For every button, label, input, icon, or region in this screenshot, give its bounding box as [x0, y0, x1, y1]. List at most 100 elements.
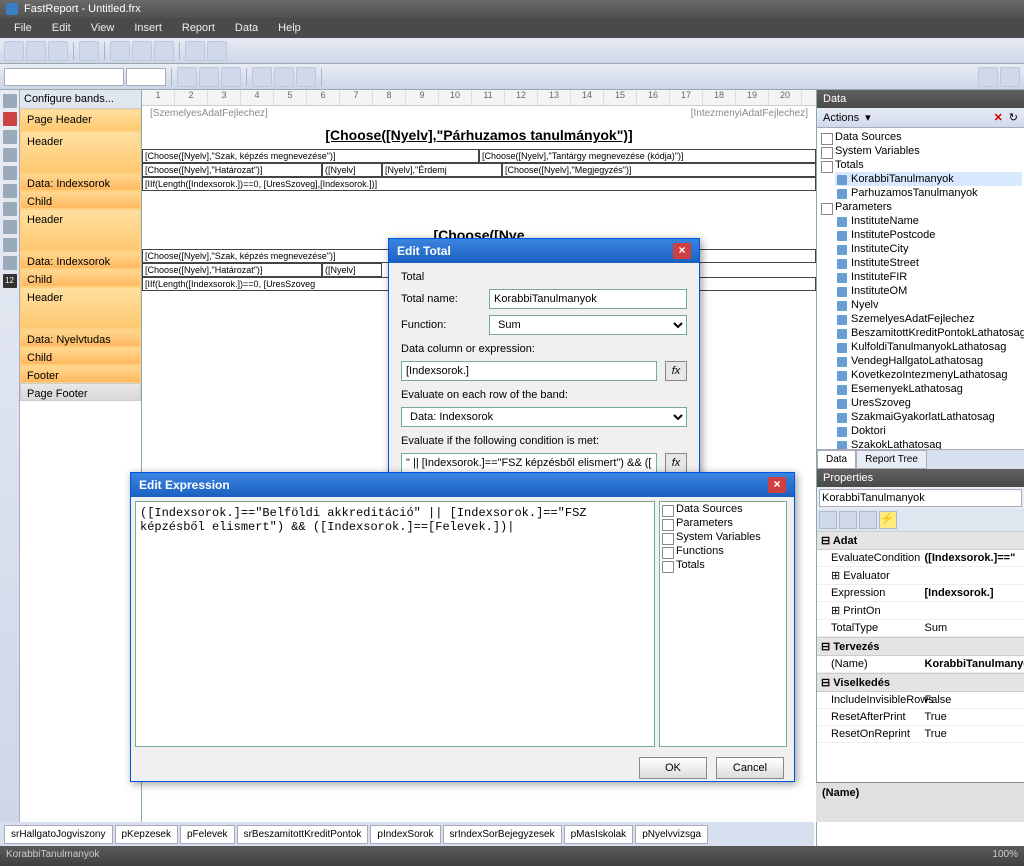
tree-param[interactable]: InstitutePostcode: [835, 228, 1022, 242]
band-data-2[interactable]: Data: Indexsorok: [20, 251, 141, 269]
col-header-1[interactable]: [Choose([Nyelv],"Szak, képzés megnevezés…: [142, 149, 479, 163]
actions-menu[interactable]: Actions: [823, 112, 859, 124]
evalrow-select[interactable]: Data: Indexsorok: [401, 407, 687, 427]
expr-tree-parameters[interactable]: Parameters: [660, 516, 786, 530]
tree-param[interactable]: InstituteCity: [835, 242, 1022, 256]
cancel-button[interactable]: Cancel: [716, 757, 784, 779]
datacol-input[interactable]: [401, 361, 657, 381]
expr-tree-datasources[interactable]: Data Sources: [660, 502, 786, 516]
font-combo[interactable]: [4, 68, 124, 86]
tree-param[interactable]: InstituteOM: [835, 284, 1022, 298]
menu-edit[interactable]: Edit: [42, 19, 81, 37]
size-combo[interactable]: [126, 68, 166, 86]
prop-row[interactable]: (Name)KorabbiTanulmanyok: [817, 656, 1024, 673]
tree-param[interactable]: InstituteStreet: [835, 256, 1022, 270]
page-tab[interactable]: pKepzesek: [115, 825, 178, 844]
prop-alphabetical-icon[interactable]: [839, 511, 857, 529]
tree-param[interactable]: InstituteName: [835, 214, 1022, 228]
undo-button[interactable]: [185, 41, 205, 61]
page-tab[interactable]: srHallgatoJogviszony: [4, 825, 113, 844]
delete-icon[interactable]: ✕: [994, 111, 1003, 124]
band-data-3[interactable]: Data: Nyelvtudas: [20, 329, 141, 347]
tree-param[interactable]: SzakokLathatosag: [835, 438, 1022, 449]
menu-data[interactable]: Data: [225, 19, 268, 37]
data-tree[interactable]: Data Sources System Variables Totals Kor…: [817, 128, 1024, 449]
dropdown-icon[interactable]: ▾: [865, 111, 871, 124]
band-tool-icon[interactable]: [3, 130, 17, 144]
col-header-b3[interactable]: [Choose([Nyelv],"Határozat")]: [142, 263, 322, 277]
align-center-button[interactable]: [274, 67, 294, 87]
expr-tree-sysvars[interactable]: System Variables: [660, 530, 786, 544]
prop-row[interactable]: IncludeInvisibleRowsFalse: [817, 692, 1024, 709]
preview-button[interactable]: [79, 41, 99, 61]
prop-row[interactable]: ⊞ PrintOn: [817, 602, 1024, 620]
ok-button[interactable]: OK: [639, 757, 707, 779]
function-select[interactable]: Sum: [489, 315, 687, 335]
page-tab[interactable]: pMasIskolak: [564, 825, 634, 844]
menu-insert[interactable]: Insert: [124, 19, 172, 37]
picture-tool-icon[interactable]: [3, 148, 17, 162]
page-tab[interactable]: srIndexSorBejegyzesek: [443, 825, 562, 844]
band-child-3[interactable]: Child: [20, 347, 141, 365]
tree-param[interactable]: KulfoldiTanulmanyokLathatosag: [835, 340, 1022, 354]
expression-textarea[interactable]: [135, 501, 655, 747]
data-cell-1[interactable]: [IIf(Length([Indexsorok.])==0, [UresSzov…: [142, 177, 816, 191]
total-name-input[interactable]: [489, 289, 687, 309]
menu-view[interactable]: View: [81, 19, 125, 37]
band-page-header[interactable]: Page Header: [20, 109, 141, 131]
new-button[interactable]: [4, 41, 24, 61]
page-tab[interactable]: pFelevek: [180, 825, 235, 844]
tree-data-sources[interactable]: Data Sources: [819, 130, 1022, 144]
line-tool-icon[interactable]: [3, 166, 17, 180]
tree-param[interactable]: SzakmaiGyakorlatLathatosag: [835, 410, 1022, 424]
align-left-button[interactable]: [252, 67, 272, 87]
close-icon[interactable]: ×: [768, 477, 786, 493]
prop-group[interactable]: ⊟ Adat: [817, 531, 1024, 550]
fill-button[interactable]: [1000, 67, 1020, 87]
refresh-icon[interactable]: ↻: [1009, 111, 1018, 124]
prop-row[interactable]: ResetOnReprintTrue: [817, 726, 1024, 743]
band-header-3[interactable]: Header: [20, 287, 141, 329]
page-tab[interactable]: srBeszamitottKreditPontok: [237, 825, 369, 844]
open-button[interactable]: [26, 41, 46, 61]
col-header-4[interactable]: ([Nyelv]: [322, 163, 382, 177]
prop-row[interactable]: ⊞ Evaluator: [817, 567, 1024, 585]
tree-param[interactable]: KovetkezoIntezmenyLathatosag: [835, 368, 1022, 382]
col-header-5[interactable]: [Nyelv],"Érdemj: [382, 163, 502, 177]
prop-events-icon[interactable]: ⚡: [879, 511, 897, 529]
band-data-1[interactable]: Data: Indexsorok: [20, 173, 141, 191]
tree-param[interactable]: Doktori: [835, 424, 1022, 438]
configure-bands-link[interactable]: Configure bands...: [20, 90, 141, 109]
tree-total-korabbi[interactable]: KorabbiTanulmanyok: [835, 172, 1022, 186]
page-tab[interactable]: pIndexSorok: [370, 825, 440, 844]
align-right-button[interactable]: [296, 67, 316, 87]
expr-tree-functions[interactable]: Functions: [660, 544, 786, 558]
tree-param[interactable]: SzemelyesAdatFejlechez: [835, 312, 1022, 326]
expression-tree[interactable]: Data Sources Parameters System Variables…: [659, 501, 787, 747]
band-header-1[interactable]: Header: [20, 131, 141, 173]
barcode-tool-icon[interactable]: [3, 202, 17, 216]
tree-param[interactable]: EsemenyekLathatosag: [835, 382, 1022, 396]
redo-button[interactable]: [207, 41, 227, 61]
band-footer[interactable]: Footer: [20, 365, 141, 383]
tree-total-parhuzamos[interactable]: ParhuzamosTanulmanyok: [835, 186, 1022, 200]
tree-totals[interactable]: Totals: [819, 158, 1022, 172]
tree-param[interactable]: Nyelv: [835, 298, 1022, 312]
menu-report[interactable]: Report: [172, 19, 225, 37]
copy-button[interactable]: [132, 41, 152, 61]
datacol-fx-button[interactable]: fx: [665, 361, 687, 381]
status-zoom[interactable]: 100%: [992, 849, 1018, 863]
menu-help[interactable]: Help: [268, 19, 311, 37]
page-tab[interactable]: pNyelvvizsga: [635, 825, 708, 844]
page-header-left[interactable]: [SzemelyesAdatFejlechez]: [150, 108, 268, 119]
menu-file[interactable]: File: [4, 19, 42, 37]
band-page-footer[interactable]: Page Footer: [20, 383, 141, 401]
band-child-2[interactable]: Child: [20, 269, 141, 287]
shape-tool-icon[interactable]: [3, 184, 17, 198]
checkbox-tool-icon[interactable]: [3, 220, 17, 234]
cell-tool-icon[interactable]: 12: [3, 274, 17, 288]
text-tool-icon[interactable]: [3, 112, 17, 126]
tree-param[interactable]: UresSzoveg: [835, 396, 1022, 410]
page-header-right[interactable]: [IntezmenyiAdatFejlechez]: [691, 108, 808, 119]
col-header-6[interactable]: [Choose([Nyelv],"Megjegyzés")]: [502, 163, 816, 177]
